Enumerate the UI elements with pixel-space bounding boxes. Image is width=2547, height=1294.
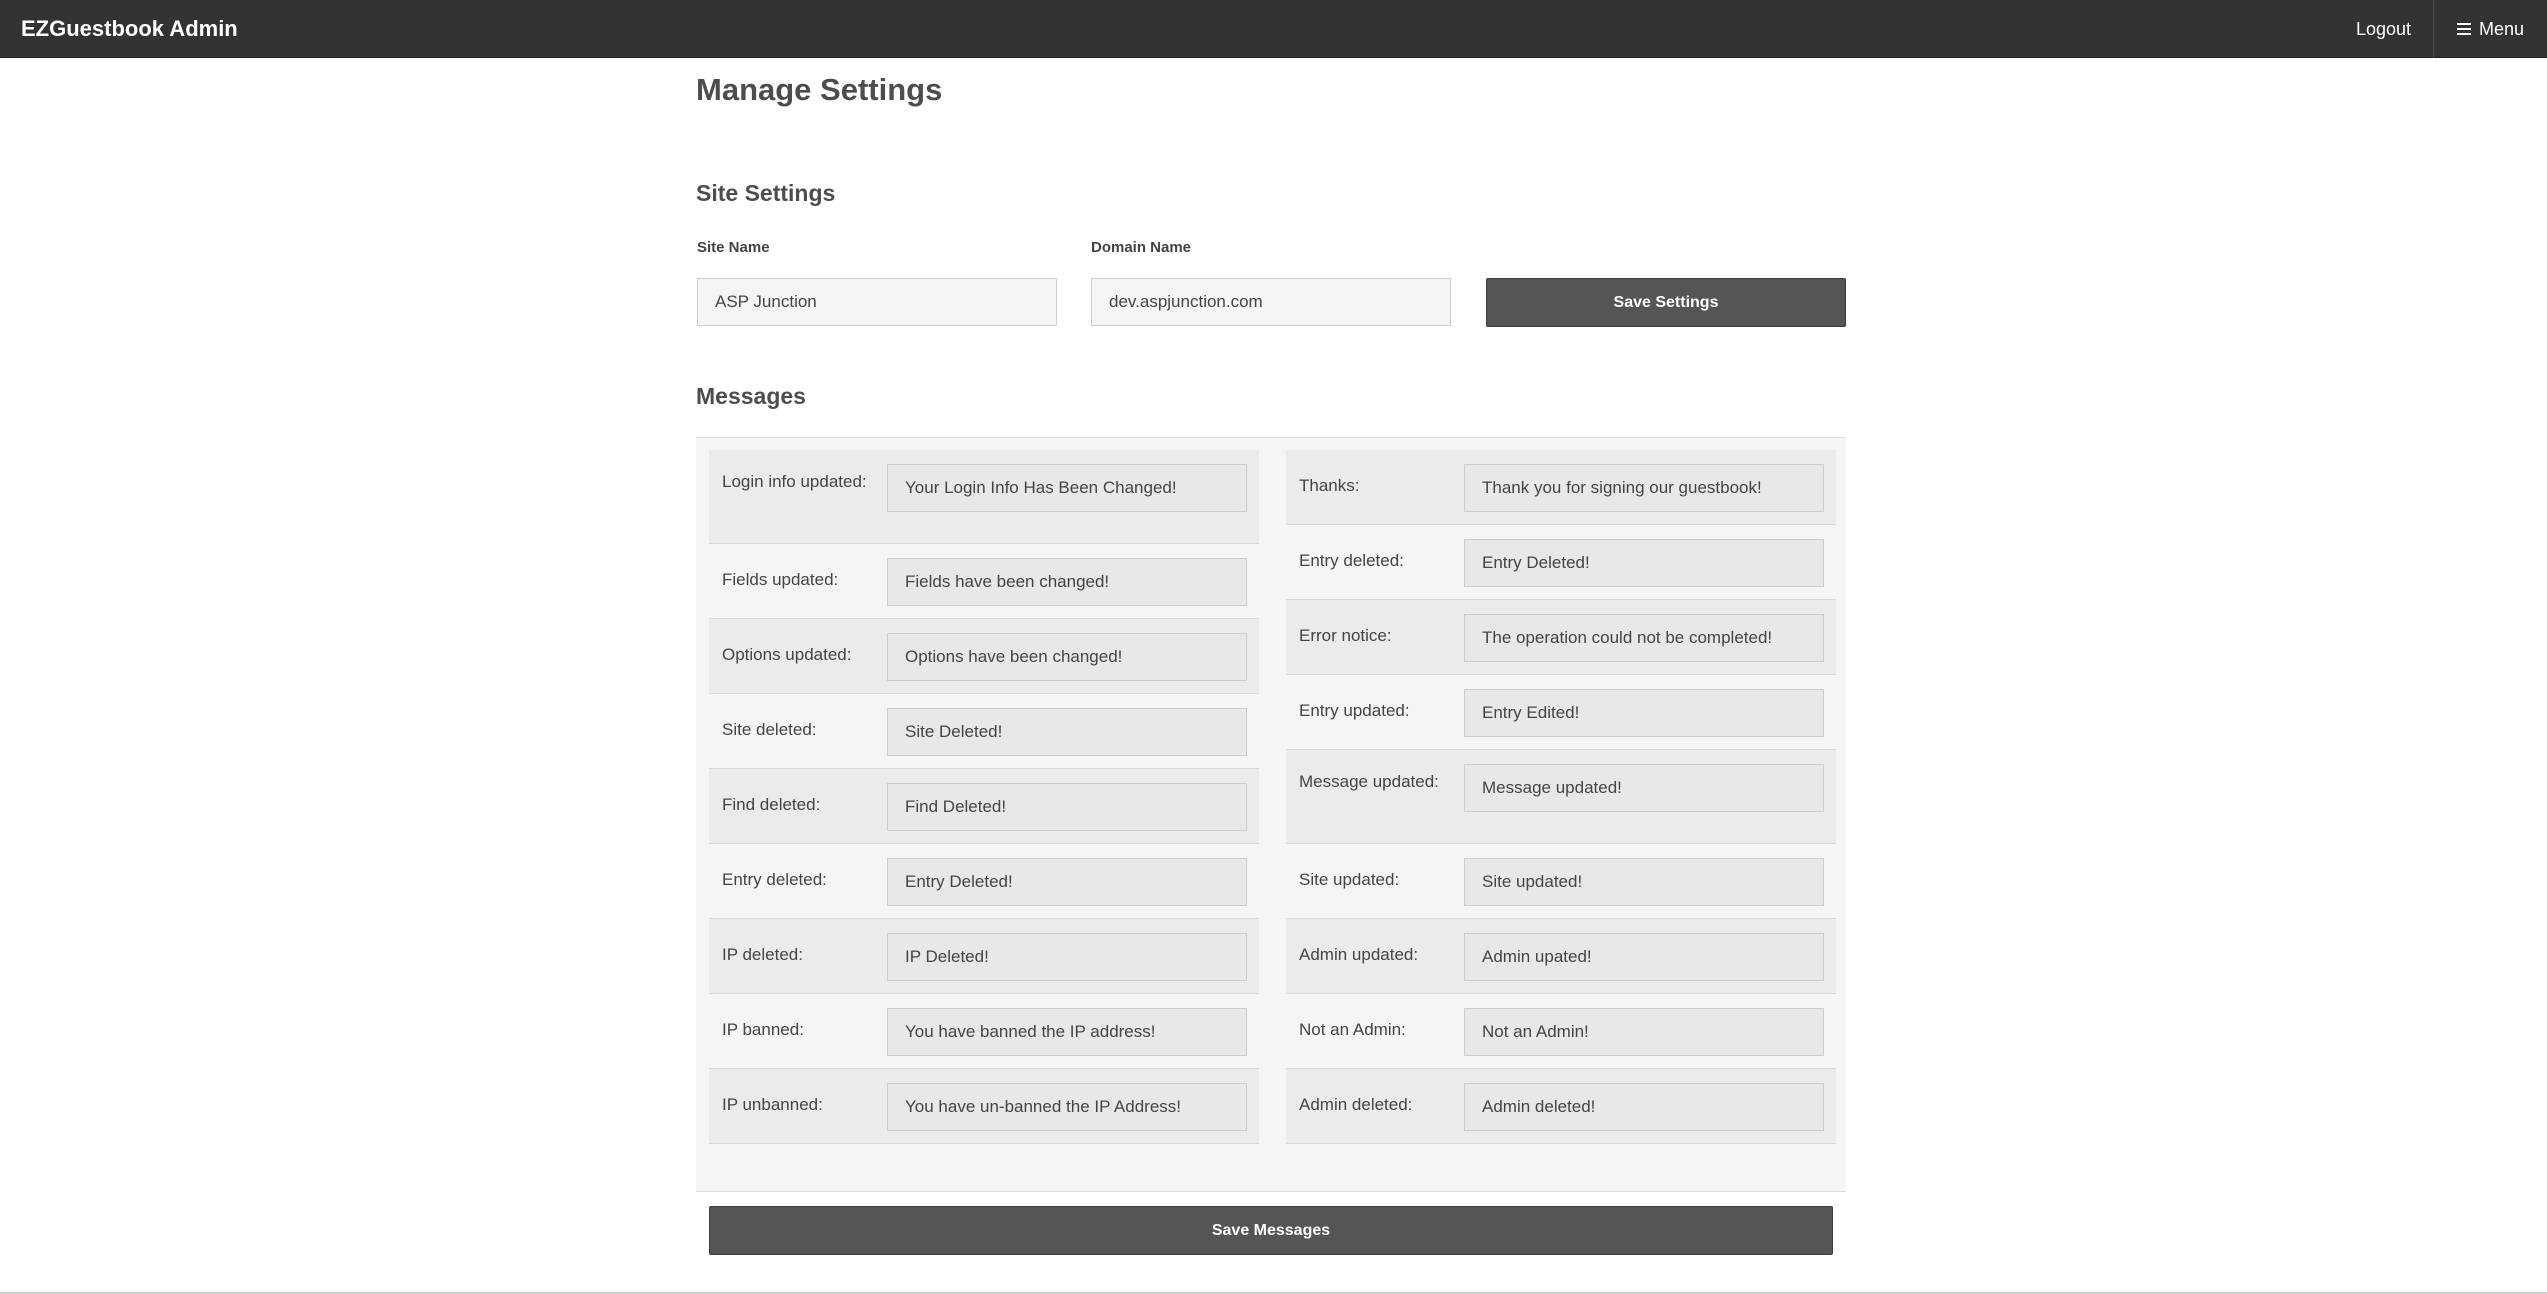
save-settings-button[interactable]: Save Settings: [1486, 278, 1846, 327]
message-label: Entry deleted:: [1299, 551, 1404, 570]
messages-right-column: Thanks: Entry deleted: Error notice: Ent…: [1286, 450, 1836, 1144]
message-label: Admin deleted:: [1299, 1095, 1413, 1114]
message-input[interactable]: [1464, 858, 1824, 906]
message-input[interactable]: [887, 858, 1247, 906]
message-input[interactable]: [887, 633, 1247, 681]
page-title: Manage Settings: [696, 72, 943, 107]
message-row: Thanks:: [1286, 450, 1836, 525]
message-label: Error notice:: [1299, 626, 1392, 645]
message-label: Admin updated:: [1299, 945, 1419, 964]
message-row: Find deleted:: [709, 769, 1259, 844]
message-input[interactable]: [887, 1083, 1247, 1131]
message-label: Entry deleted:: [722, 870, 827, 889]
message-row: Login info updated:: [709, 450, 1259, 544]
message-row: IP deleted:: [709, 919, 1259, 994]
message-input[interactable]: [887, 933, 1247, 981]
site-name-input[interactable]: [697, 278, 1057, 326]
message-row: Fields updated:: [709, 544, 1259, 619]
message-row: Site deleted:: [709, 694, 1259, 769]
message-label: Thanks:: [1299, 476, 1360, 495]
message-input[interactable]: [1464, 614, 1824, 662]
message-label: IP banned:: [722, 1020, 804, 1039]
message-input[interactable]: [1464, 933, 1824, 981]
message-row: Entry updated:: [1286, 675, 1836, 750]
brand-link[interactable]: EZGuestbook Admin: [21, 0, 238, 58]
message-input[interactable]: [1464, 689, 1824, 737]
message-label: Options updated:: [722, 645, 852, 664]
message-input[interactable]: [1464, 464, 1824, 512]
messages-left-column: Login info updated: Fields updated: Opti…: [709, 450, 1259, 1144]
save-messages-button[interactable]: Save Messages: [709, 1206, 1833, 1255]
hamburger-icon: [2456, 23, 2471, 35]
message-label: Site deleted:: [722, 720, 817, 739]
message-label: IP unbanned:: [722, 1095, 823, 1114]
message-row: IP banned:: [709, 994, 1259, 1069]
message-label: Fields updated:: [722, 570, 839, 589]
message-label: IP deleted:: [722, 945, 803, 964]
message-input[interactable]: [887, 708, 1247, 756]
menu-button[interactable]: Menu: [2433, 0, 2547, 58]
message-input[interactable]: [1464, 1083, 1824, 1131]
domain-name-label: Domain Name: [1091, 239, 1192, 256]
message-input[interactable]: [887, 464, 1247, 512]
logout-link[interactable]: Logout: [2330, 0, 2437, 58]
message-input[interactable]: [887, 783, 1247, 831]
message-row: Not an Admin:: [1286, 994, 1836, 1069]
message-row: Entry deleted:: [709, 844, 1259, 919]
messages-panel: Login info updated: Fields updated: Opti…: [696, 437, 1846, 1192]
message-row: Options updated:: [709, 619, 1259, 694]
message-input[interactable]: [887, 558, 1247, 606]
message-input[interactable]: [1464, 1008, 1824, 1056]
message-row: Site updated:: [1286, 844, 1836, 919]
message-input[interactable]: [1464, 764, 1824, 812]
messages-heading: Messages: [696, 383, 806, 409]
message-label: Message updated:: [1299, 772, 1439, 791]
site-name-label: Site Name: [697, 239, 770, 256]
message-row: Error notice:: [1286, 600, 1836, 675]
message-label: Not an Admin:: [1299, 1020, 1406, 1039]
message-input[interactable]: [1464, 539, 1824, 587]
domain-name-input[interactable]: [1091, 278, 1451, 326]
message-row: Entry deleted:: [1286, 525, 1836, 600]
message-label: Find deleted:: [722, 795, 821, 814]
message-row: Message updated:: [1286, 750, 1836, 844]
message-row: IP unbanned:: [709, 1069, 1259, 1144]
message-label: Site updated:: [1299, 870, 1400, 889]
menu-label: Menu: [2478, 18, 2525, 39]
message-label: Login info updated:: [722, 472, 867, 491]
message-row: Admin updated:: [1286, 919, 1836, 994]
message-row: Admin deleted:: [1286, 1069, 1836, 1144]
message-label: Entry updated:: [1299, 701, 1410, 720]
top-navbar: EZGuestbook Admin Logout Menu: [0, 0, 2547, 58]
message-input[interactable]: [887, 1008, 1247, 1056]
site-settings-heading: Site Settings: [696, 180, 836, 206]
